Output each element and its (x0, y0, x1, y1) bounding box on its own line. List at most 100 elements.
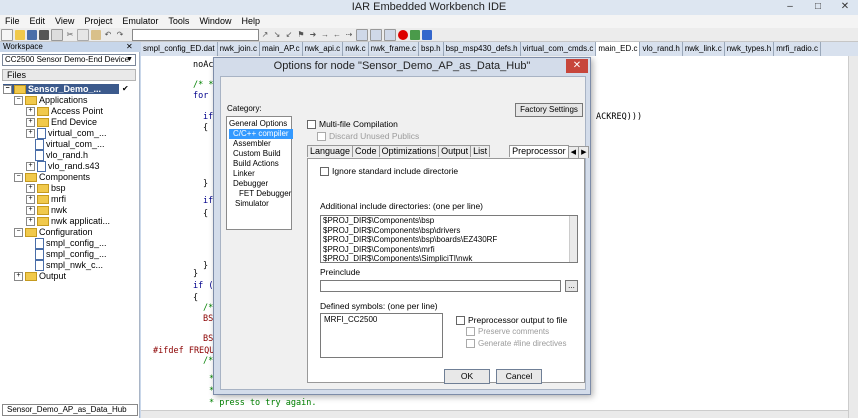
tree-file[interactable]: smpl_nwk_c... (35, 260, 103, 272)
find-icon[interactable]: ↗ (260, 30, 270, 40)
cancel-button[interactable]: Cancel (496, 369, 542, 384)
category-item[interactable]: Custom Build (233, 149, 281, 159)
tab-nwk-types[interactable]: nwk_types.h (725, 42, 775, 56)
copy-icon[interactable] (77, 28, 89, 41)
undo-icon[interactable]: ↶ (103, 30, 113, 40)
ignore-std-row[interactable]: Ignore standard include directorie (320, 166, 458, 177)
tree-folder-output[interactable]: + Output (14, 271, 66, 282)
tree-file[interactable]: virtual_com_... (35, 139, 105, 151)
category-item[interactable]: Assembler (233, 139, 271, 149)
save-all-icon[interactable] (39, 29, 49, 40)
tab-vlo-rand[interactable]: vlo_rand.h (640, 42, 683, 56)
category-item[interactable]: Debugger (233, 179, 268, 189)
redo-icon[interactable]: ↷ (115, 30, 125, 40)
tab-bsp-msp430-defs[interactable]: bsp_msp430_defs.h (444, 42, 521, 56)
menu-window[interactable]: Window (194, 15, 236, 28)
tab-nwk-frame[interactable]: nwk_frame.c (369, 42, 419, 56)
tree-file[interactable]: vlo_rand.h (35, 150, 88, 162)
category-item[interactable]: Linker (233, 169, 255, 179)
workspace-config-select[interactable]: CC2500 Sensor Demo-End Device ▼ (2, 54, 136, 66)
pp-output-checkbox[interactable] (456, 316, 465, 326)
tab-nwk-join[interactable]: nwk_join.c (218, 42, 260, 56)
forward-icon[interactable]: ⇢ (344, 30, 354, 40)
tree-folder-mrfi[interactable]: + mrfi (26, 194, 66, 205)
maximize-button[interactable]: □ (808, 0, 828, 14)
preinclude-input[interactable] (320, 280, 561, 292)
tree-root[interactable]: − Sensor_Demo_... (3, 84, 119, 95)
dialog-close-icon[interactable]: ✕ (566, 59, 588, 73)
horizontal-scrollbar[interactable] (141, 410, 848, 418)
tab-nwk-api[interactable]: nwk_api.c (303, 42, 344, 56)
compile-icon[interactable] (356, 28, 368, 41)
include-dirs-scrollbar[interactable] (569, 216, 577, 262)
vertical-scrollbar[interactable] (848, 56, 858, 418)
download-icon[interactable] (422, 29, 432, 40)
open-folder-icon[interactable] (15, 29, 25, 40)
tab-list[interactable]: List (470, 145, 491, 157)
pp-output-row[interactable]: Preprocessor output to file (456, 315, 567, 326)
tab-nwk[interactable]: nwk.c (343, 42, 369, 56)
tab-bsp-h[interactable]: bsp.h (419, 42, 444, 56)
arrow-icon[interactable]: → (320, 30, 330, 40)
find-combo[interactable] (132, 28, 259, 41)
workspace-close-icon[interactable]: ✕ (126, 42, 133, 51)
menu-view[interactable]: View (50, 15, 79, 28)
tree-file[interactable]: smpl_config_... (35, 249, 107, 261)
menu-help[interactable]: Help (236, 15, 265, 28)
tab-output[interactable]: Output (438, 145, 472, 157)
breakpoint-icon[interactable] (398, 29, 408, 40)
tab-code[interactable]: Code (352, 145, 380, 157)
tab-optimizations[interactable]: Optimizations (378, 145, 440, 157)
tree-folder-end-device[interactable]: + End Device (26, 117, 97, 128)
preinclude-browse-button[interactable]: ... (565, 280, 578, 292)
new-file-icon[interactable] (1, 28, 13, 41)
stop-build-icon[interactable] (384, 28, 396, 41)
tree-file[interactable]: + virtual_com_... (26, 128, 107, 140)
tree-file[interactable]: smpl_config_... (35, 238, 107, 250)
tab-language[interactable]: Language (307, 145, 354, 157)
category-item[interactable]: FET Debugger (239, 189, 291, 199)
menu-project[interactable]: Project (79, 15, 117, 28)
multifile-checkbox-row[interactable]: Multi-file Compilation (307, 119, 398, 130)
tab-smpl-config-ed[interactable]: smpl_config_ED.dat (141, 42, 218, 56)
category-item[interactable]: Simulator (235, 199, 269, 209)
save-icon[interactable] (27, 29, 37, 40)
bookmark-icon[interactable]: ⚑ (296, 30, 306, 40)
menu-edit[interactable]: Edit (25, 15, 51, 28)
factory-settings-button[interactable]: Factory Settings (515, 103, 583, 117)
tree-folder-access-point[interactable]: + Access Point (26, 106, 103, 117)
goto-icon[interactable]: ➜ (308, 30, 318, 40)
tab-main-ap[interactable]: main_AP.c (260, 42, 303, 56)
menu-tools[interactable]: Tools (163, 15, 194, 28)
workspace-tab[interactable]: Sensor_Demo_AP_as_Data_Hub (2, 404, 138, 416)
debug-icon[interactable] (410, 29, 420, 40)
find-next-icon[interactable]: ↘ (272, 30, 282, 40)
tab-preprocessor[interactable]: Preprocessor (509, 145, 569, 157)
cut-icon[interactable]: ✂ (65, 30, 75, 40)
paste-icon[interactable] (91, 29, 101, 40)
category-item-selected[interactable]: C/C++ compiler (229, 129, 293, 139)
menu-file[interactable]: File (0, 15, 25, 28)
ignore-std-checkbox[interactable] (320, 167, 329, 177)
print-icon[interactable] (51, 28, 63, 41)
category-item[interactable]: General Options (229, 119, 287, 129)
tab-virtual-com-cmds[interactable]: virtual_com_cmds.c (521, 42, 597, 56)
tab-scroll-right-icon[interactable]: ▶ (578, 146, 590, 158)
tree-folder-applications[interactable]: − Applications (14, 95, 88, 106)
tab-nwk-link[interactable]: nwk_link.c (683, 42, 725, 56)
category-list[interactable]: General Options C/C++ compiler Assembler… (226, 116, 293, 230)
tree-folder-components[interactable]: − Components (14, 172, 90, 183)
close-window-button[interactable]: ✕ (834, 0, 856, 14)
include-dirs-textarea[interactable]: $PROJ_DIR$\Components\bsp $PROJ_DIR$\Com… (320, 215, 578, 263)
category-item[interactable]: Build Actions (233, 159, 279, 169)
make-icon[interactable] (370, 28, 382, 41)
defined-symbols-textarea[interactable]: MRFI_CC2500 (320, 313, 443, 358)
ok-button[interactable]: OK (444, 369, 490, 384)
menu-emulator[interactable]: Emulator (117, 15, 163, 28)
tree-file[interactable]: + vlo_rand.s43 (26, 161, 100, 173)
tree-folder-nwk[interactable]: + nwk (26, 205, 67, 216)
find-prev-icon[interactable]: ↙ (284, 30, 294, 40)
tree-folder-configuration[interactable]: − Configuration (14, 227, 93, 238)
multifile-checkbox[interactable] (307, 120, 316, 130)
tree-folder-bsp[interactable]: + bsp (26, 183, 66, 194)
